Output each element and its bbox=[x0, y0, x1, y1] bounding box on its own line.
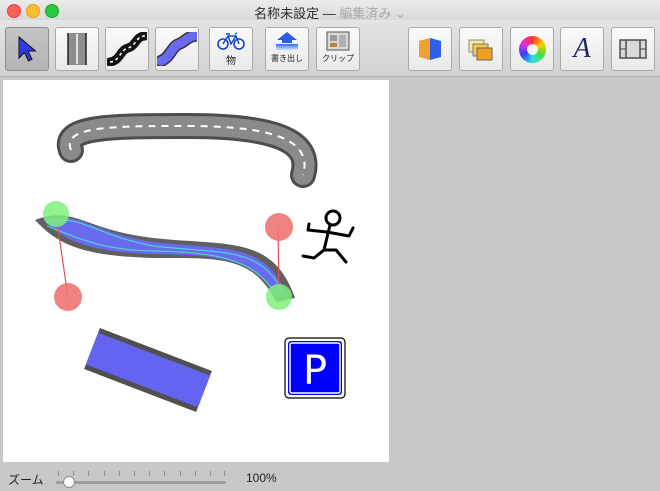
curved-road-shape[interactable] bbox=[57, 112, 318, 188]
title-separator: — bbox=[322, 6, 336, 21]
curved-road-icon bbox=[107, 32, 147, 66]
canvas-drawing[interactable]: P bbox=[3, 80, 389, 462]
parking-sign[interactable]: P bbox=[284, 337, 346, 399]
toolbar: 物 書き出し クリップ A bbox=[0, 20, 660, 77]
zoom-value: 100% bbox=[246, 471, 277, 485]
select-tool-button[interactable] bbox=[5, 27, 49, 71]
film-strip-icon bbox=[619, 39, 647, 59]
straight-road-icon bbox=[67, 33, 87, 65]
zoom-slider-ticks bbox=[56, 471, 226, 479]
clip-button[interactable]: クリップ bbox=[316, 27, 360, 71]
font-icon: A bbox=[573, 33, 591, 64]
zoom-slider-thumb[interactable] bbox=[63, 476, 75, 488]
end-anchor-handle[interactable] bbox=[266, 284, 292, 310]
start-anchor-handle[interactable] bbox=[43, 201, 69, 227]
zoom-bar: ズーム 100% bbox=[0, 464, 660, 491]
river-tool-button[interactable] bbox=[155, 27, 199, 71]
object-tool-label: 物 bbox=[226, 56, 236, 67]
clip-label: クリップ bbox=[322, 54, 354, 63]
color-picker-button[interactable] bbox=[510, 27, 554, 71]
export-button[interactable]: 書き出し bbox=[265, 27, 309, 71]
object-tool-button[interactable]: 物 bbox=[209, 27, 253, 71]
drawing-canvas[interactable]: P bbox=[3, 80, 389, 462]
zoom-label: ズーム bbox=[8, 473, 44, 487]
color-wheel-icon bbox=[518, 35, 546, 63]
edit-status[interactable]: 編集済み bbox=[339, 6, 391, 21]
select-arrow-icon bbox=[18, 35, 37, 62]
river-icon bbox=[157, 32, 197, 66]
film-strip-button[interactable] bbox=[611, 27, 655, 71]
running-person-figure[interactable] bbox=[301, 209, 355, 264]
end-control-handle[interactable] bbox=[265, 213, 293, 241]
inspector-icon bbox=[419, 38, 441, 60]
document-title: 名称未設定 bbox=[254, 6, 320, 21]
layers-icon bbox=[468, 39, 493, 61]
export-icon bbox=[276, 32, 298, 50]
start-control-handle[interactable] bbox=[54, 283, 82, 311]
font-button[interactable]: A bbox=[560, 27, 604, 71]
curved-road-tool-button[interactable] bbox=[105, 27, 149, 71]
bicycle-icon bbox=[217, 32, 245, 50]
export-label: 書き出し bbox=[271, 54, 303, 63]
straight-road-tool-button[interactable] bbox=[55, 27, 99, 71]
title-bar: 名称未設定 — 編集済み ⌄ bbox=[0, 0, 660, 21]
chevron-down-icon[interactable]: ⌄ bbox=[395, 6, 406, 21]
rectangle-road-shape[interactable] bbox=[84, 327, 212, 413]
parking-sign-letter: P bbox=[303, 348, 327, 394]
zoom-slider-track[interactable] bbox=[56, 481, 226, 484]
layers-button[interactable] bbox=[459, 27, 503, 71]
clip-icon bbox=[326, 31, 350, 51]
inspector-button[interactable] bbox=[408, 27, 452, 71]
